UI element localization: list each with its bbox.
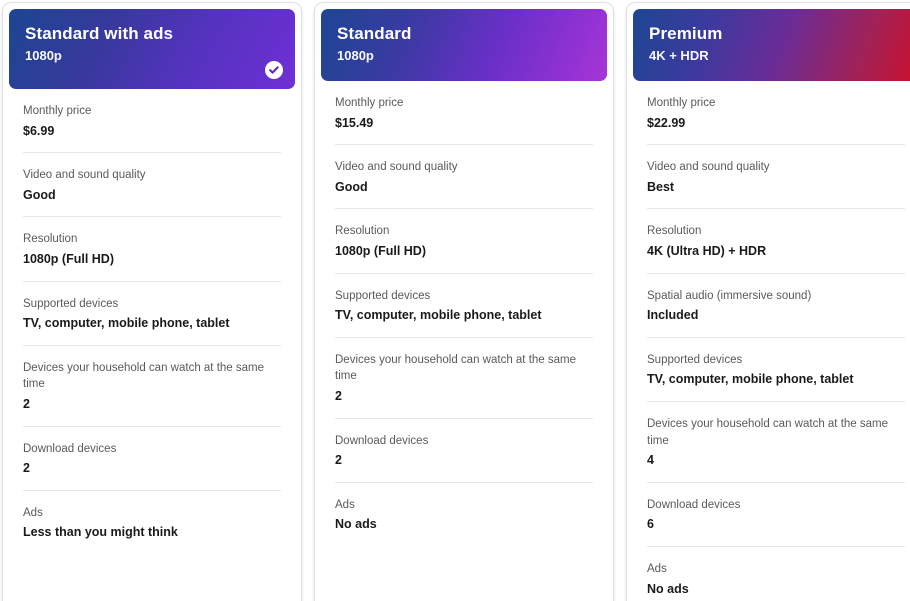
feature-row: Monthly price $22.99: [647, 81, 905, 146]
feature-value: Included: [647, 308, 699, 323]
feature-value: $15.49: [335, 115, 374, 130]
check-circle-icon: [265, 61, 283, 79]
plan-quality-label: 4K + HDR: [649, 48, 709, 64]
feature-label: Download devices: [335, 434, 429, 447]
feature-label: Supported devices: [647, 353, 743, 366]
plan-card[interactable]: Standard with ads 1080p Monthly price $6.99…: [2, 2, 302, 601]
feature-row: Resolution 1080p (Full HD): [23, 217, 281, 282]
feature-label: Video and sound quality: [335, 161, 458, 174]
feature-row: Video and sound quality Best: [647, 145, 905, 210]
feature-value: $22.99: [647, 115, 686, 130]
feature-row: Devices your household can watch at the …: [647, 402, 905, 483]
feature-value: 2: [23, 461, 30, 476]
feature-value: Good: [335, 179, 368, 194]
feature-value: $6.99: [23, 123, 55, 138]
feature-label: Devices your household can watch at the …: [23, 361, 264, 391]
feature-row: Supported devices TV, computer, mobile ph…: [335, 274, 593, 338]
plan-comparison-viewport: Standard with ads 1080p Monthly price $6.99…: [0, 0, 910, 601]
feature-value: No ads: [335, 517, 377, 532]
feature-row: Devices your household can watch at the …: [23, 346, 281, 427]
plan-cards-row: Standard with ads 1080p Monthly price $6.99…: [2, 2, 910, 601]
feature-row: Resolution 1080p (Full HD): [335, 209, 593, 274]
feature-value: 1080p (Full HD): [23, 252, 114, 267]
feature-row: Monthly price $6.99: [23, 89, 281, 154]
feature-row: Video and sound quality Good: [23, 153, 281, 218]
plan-card[interactable]: Standard 1080p Monthly price $15.49 Video an…: [314, 2, 614, 601]
feature-row: Supported devices TV, computer, mobile ph…: [647, 338, 905, 402]
plan-features-list: Monthly price $15.49 Video and sound quali…: [321, 81, 607, 546]
plan-features-list: Monthly price $6.99 Video and sound qualit…: [9, 89, 295, 554]
feature-row: Monthly price $15.49: [335, 81, 593, 146]
feature-label: Devices your household can watch at the …: [647, 417, 888, 447]
feature-label: Monthly price: [335, 97, 404, 109]
plan-quality-label: 1080p: [337, 48, 374, 64]
feature-row: Download devices 6: [647, 483, 905, 547]
plan-name: Premium: [649, 24, 723, 43]
feature-row: Download devices 2: [335, 419, 593, 483]
feature-value: 2: [23, 397, 30, 412]
feature-value: No ads: [647, 581, 689, 596]
feature-label: Spatial audio (immersive sound): [647, 289, 812, 302]
feature-value: Best: [647, 179, 675, 194]
feature-row: Supported devices TV, computer, mobile ph…: [23, 282, 281, 346]
feature-label: Supported devices: [335, 289, 431, 302]
feature-label: Resolution: [23, 233, 78, 246]
feature-label: Resolution: [647, 225, 702, 238]
plan-card-header[interactable]: Premium 4K + HDR: [633, 9, 910, 81]
feature-label: Video and sound quality: [23, 169, 146, 182]
feature-label: Devices your household can watch at the …: [335, 353, 576, 383]
feature-label: Ads: [335, 498, 355, 511]
plan-card-header[interactable]: Standard 1080p: [321, 9, 607, 81]
plan-features-list: Monthly price $22.99 Video and sound quali…: [633, 81, 910, 601]
plan-name: Standard: [337, 24, 412, 43]
feature-label: Monthly price: [23, 105, 92, 117]
feature-row: Ads No ads: [647, 547, 905, 601]
feature-value: Less than you might think: [23, 525, 178, 540]
feature-label: Monthly price: [647, 97, 716, 109]
feature-row: Ads No ads: [335, 483, 593, 546]
feature-value: 1080p (Full HD): [335, 244, 426, 259]
feature-row: Ads Less than you might think: [23, 491, 281, 554]
feature-label: Download devices: [647, 498, 741, 511]
feature-row: Spatial audio (immersive sound) Included: [647, 274, 905, 338]
feature-label: Ads: [647, 562, 667, 575]
feature-label: Ads: [23, 506, 43, 519]
feature-value: Good: [23, 187, 56, 202]
feature-value: TV, computer, mobile phone, tablet: [647, 372, 854, 387]
plan-card-header[interactable]: Standard with ads 1080p: [9, 9, 295, 89]
feature-row: Devices your household can watch at the …: [335, 338, 593, 419]
feature-label: Supported devices: [23, 297, 119, 310]
plan-name: Standard with ads: [25, 24, 174, 43]
feature-value: TV, computer, mobile phone, tablet: [335, 308, 542, 323]
feature-value: TV, computer, mobile phone, tablet: [23, 316, 230, 331]
feature-label: Video and sound quality: [647, 161, 770, 174]
feature-value: 2: [335, 453, 342, 468]
feature-value: 4: [647, 453, 654, 468]
feature-row: Video and sound quality Good: [335, 145, 593, 210]
feature-row: Resolution 4K (Ultra HD) + HDR: [647, 209, 905, 274]
feature-label: Resolution: [335, 225, 390, 238]
feature-row: Download devices 2: [23, 427, 281, 491]
plan-card[interactable]: Premium 4K + HDR Monthly price $22.99 Video …: [626, 2, 910, 601]
plan-quality-label: 1080p: [25, 48, 62, 64]
feature-value: 4K (Ultra HD) + HDR: [647, 244, 767, 259]
feature-value: 6: [647, 517, 654, 532]
feature-value: 2: [335, 389, 342, 404]
feature-label: Download devices: [23, 442, 117, 455]
